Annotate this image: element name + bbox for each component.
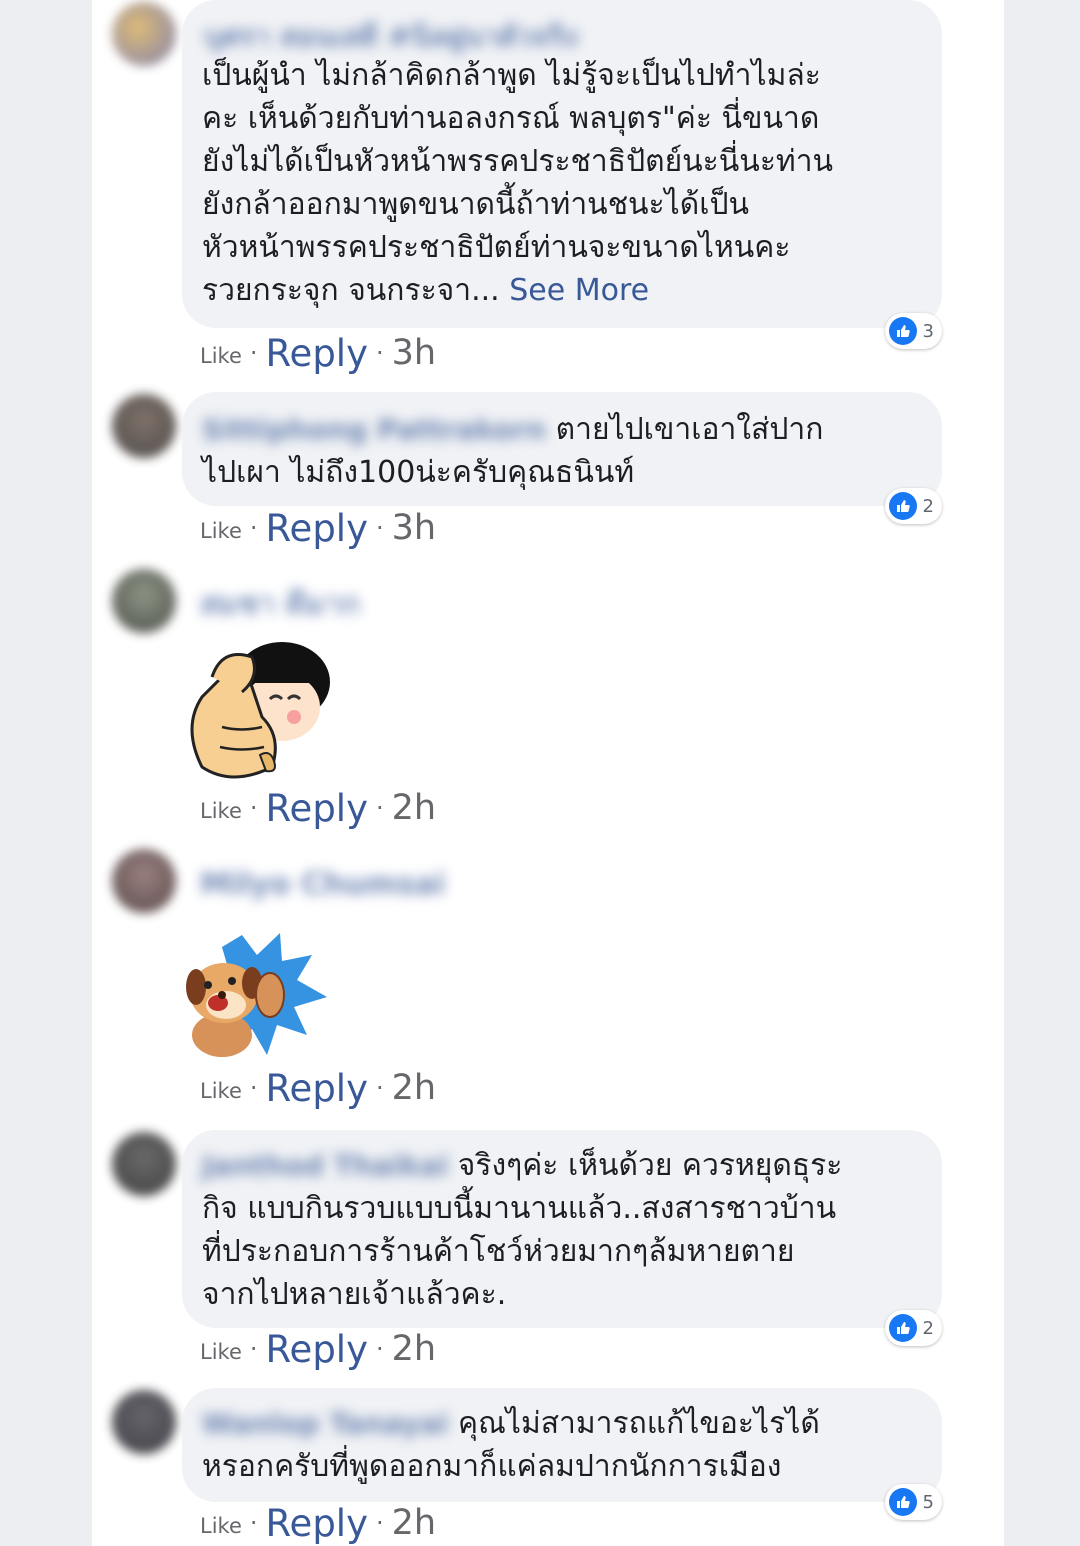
reply-link[interactable]: Reply bbox=[266, 332, 368, 375]
comment-timestamp[interactable]: 2h bbox=[392, 1068, 436, 1108]
comment-author[interactable]: บุศรา สอนเสดี #นิลฝูนาตัวจริง bbox=[204, 20, 578, 54]
avatar[interactable] bbox=[112, 394, 176, 458]
comment-body: เป็นผู้นำ ไม่กล้าคิดกล้าพูด ไม่รู้จะเป็น… bbox=[202, 58, 834, 308]
comment-actions: Like · Reply · 2h bbox=[200, 1326, 436, 1372]
reaction-count: 3 bbox=[922, 320, 934, 342]
like-link[interactable]: Like bbox=[200, 799, 242, 823]
like-link[interactable]: Like bbox=[200, 1079, 242, 1103]
comment-timestamp[interactable]: 2h bbox=[392, 1503, 436, 1543]
reply-link[interactable]: Reply bbox=[266, 1067, 368, 1110]
right-margin bbox=[1004, 0, 1080, 1546]
like-link[interactable]: Like bbox=[200, 1340, 242, 1364]
reply-link[interactable]: Reply bbox=[266, 787, 368, 830]
separator-dot: · bbox=[249, 1509, 258, 1537]
comment-bubble: Janthod Thaikai จริงๆค่ะ เห็นด้วย ควรหยุ… bbox=[182, 1130, 942, 1328]
comment-timestamp[interactable]: 3h bbox=[392, 333, 436, 373]
reply-link[interactable]: Reply bbox=[266, 1328, 368, 1371]
like-link[interactable]: Like bbox=[200, 1514, 242, 1538]
separator-dot: · bbox=[249, 514, 258, 542]
comment-actions: Like · Reply · 2h bbox=[200, 785, 436, 831]
avatar[interactable] bbox=[112, 849, 176, 913]
see-more-link[interactable]: See More bbox=[509, 273, 649, 308]
thumbs-up-icon bbox=[888, 1488, 917, 1516]
reaction-count-badge[interactable]: 3 bbox=[884, 313, 942, 349]
comment-timestamp[interactable]: 3h bbox=[392, 508, 436, 548]
separator-dot: · bbox=[376, 794, 384, 822]
comment-timestamp[interactable]: 2h bbox=[392, 1329, 436, 1369]
avatar[interactable] bbox=[112, 2, 176, 66]
separator-dot: · bbox=[249, 794, 258, 822]
separator-dot: · bbox=[376, 1074, 384, 1102]
left-margin bbox=[0, 0, 92, 1546]
comment-author[interactable]: Wanlop Tanayai bbox=[202, 1402, 448, 1445]
reply-link[interactable]: Reply bbox=[266, 1502, 368, 1545]
separator-dot: · bbox=[376, 514, 384, 542]
comment-bubble: บุศรา สอนเสดี #นิลฝูนาตัวจริง เป็นผู้นำ … bbox=[182, 0, 942, 328]
avatar[interactable] bbox=[112, 1132, 176, 1196]
avatar[interactable] bbox=[112, 569, 176, 633]
reaction-count: 2 bbox=[922, 495, 934, 517]
reaction-count-badge[interactable]: 5 bbox=[884, 1484, 942, 1520]
like-link[interactable]: Like bbox=[200, 519, 242, 543]
dog-thumbs-up-sticker[interactable] bbox=[182, 925, 332, 1069]
separator-dot: · bbox=[249, 1074, 258, 1102]
separator-dot: · bbox=[376, 1335, 384, 1363]
separator-dot: · bbox=[376, 339, 384, 367]
comment-text: เป็นผู้นำ ไม่กล้าคิดกล้าพูด ไม่รู้จะเป็น… bbox=[202, 54, 920, 312]
separator-dot: · bbox=[376, 1509, 384, 1537]
avatar[interactable] bbox=[112, 1390, 176, 1454]
reaction-count-badge[interactable]: 2 bbox=[884, 488, 942, 524]
comment-bubble: Wanlop Tanayai คุณไม่สามารถแก้ไขอะไรได้ … bbox=[182, 1388, 942, 1502]
reaction-count-badge[interactable]: 2 bbox=[884, 1310, 942, 1346]
thumbs-up-icon bbox=[888, 1314, 917, 1342]
reaction-count: 2 bbox=[922, 1317, 934, 1339]
comment-text: Janthod Thaikai จริงๆค่ะ เห็นด้วย ควรหยุ… bbox=[202, 1144, 920, 1316]
thumbs-up-icon bbox=[888, 317, 917, 345]
comment-timestamp[interactable]: 2h bbox=[392, 788, 436, 828]
comment-actions: Like · Reply · 3h bbox=[200, 330, 436, 376]
comment-author[interactable]: Milyo Chumsai bbox=[200, 865, 445, 905]
comment-author[interactable]: Janthod Thaikai bbox=[202, 1144, 448, 1187]
thumbs-up-icon bbox=[888, 492, 917, 520]
comment-author[interactable]: สมชา ดีมาก bbox=[200, 585, 360, 625]
reply-link[interactable]: Reply bbox=[266, 507, 368, 550]
comment-text: Wanlop Tanayai คุณไม่สามารถแก้ไขอะไรได้ … bbox=[202, 1402, 920, 1488]
separator-dot: · bbox=[249, 1335, 258, 1363]
comments-feed[interactable]: บุศรา สอนเสดี #นิลฝูนาตัวจริง เป็นผู้นำ … bbox=[92, 0, 1004, 1546]
comment-actions: Like · Reply · 2h bbox=[200, 1500, 436, 1546]
comment-text: Sittiphong Pattrakorn ตายไปเขาเอาใส่ปาก … bbox=[202, 408, 920, 494]
comment-author[interactable]: Sittiphong Pattrakorn bbox=[202, 408, 546, 451]
like-link[interactable]: Like bbox=[200, 344, 242, 368]
comment-actions: Like · Reply · 2h bbox=[200, 1065, 436, 1111]
reaction-count: 5 bbox=[922, 1491, 934, 1513]
thumbs-up-girl-sticker[interactable] bbox=[182, 637, 342, 791]
comment-actions: Like · Reply · 3h bbox=[200, 505, 436, 551]
comment-bubble: Sittiphong Pattrakorn ตายไปเขาเอาใส่ปาก … bbox=[182, 392, 942, 506]
separator-dot: · bbox=[249, 339, 258, 367]
